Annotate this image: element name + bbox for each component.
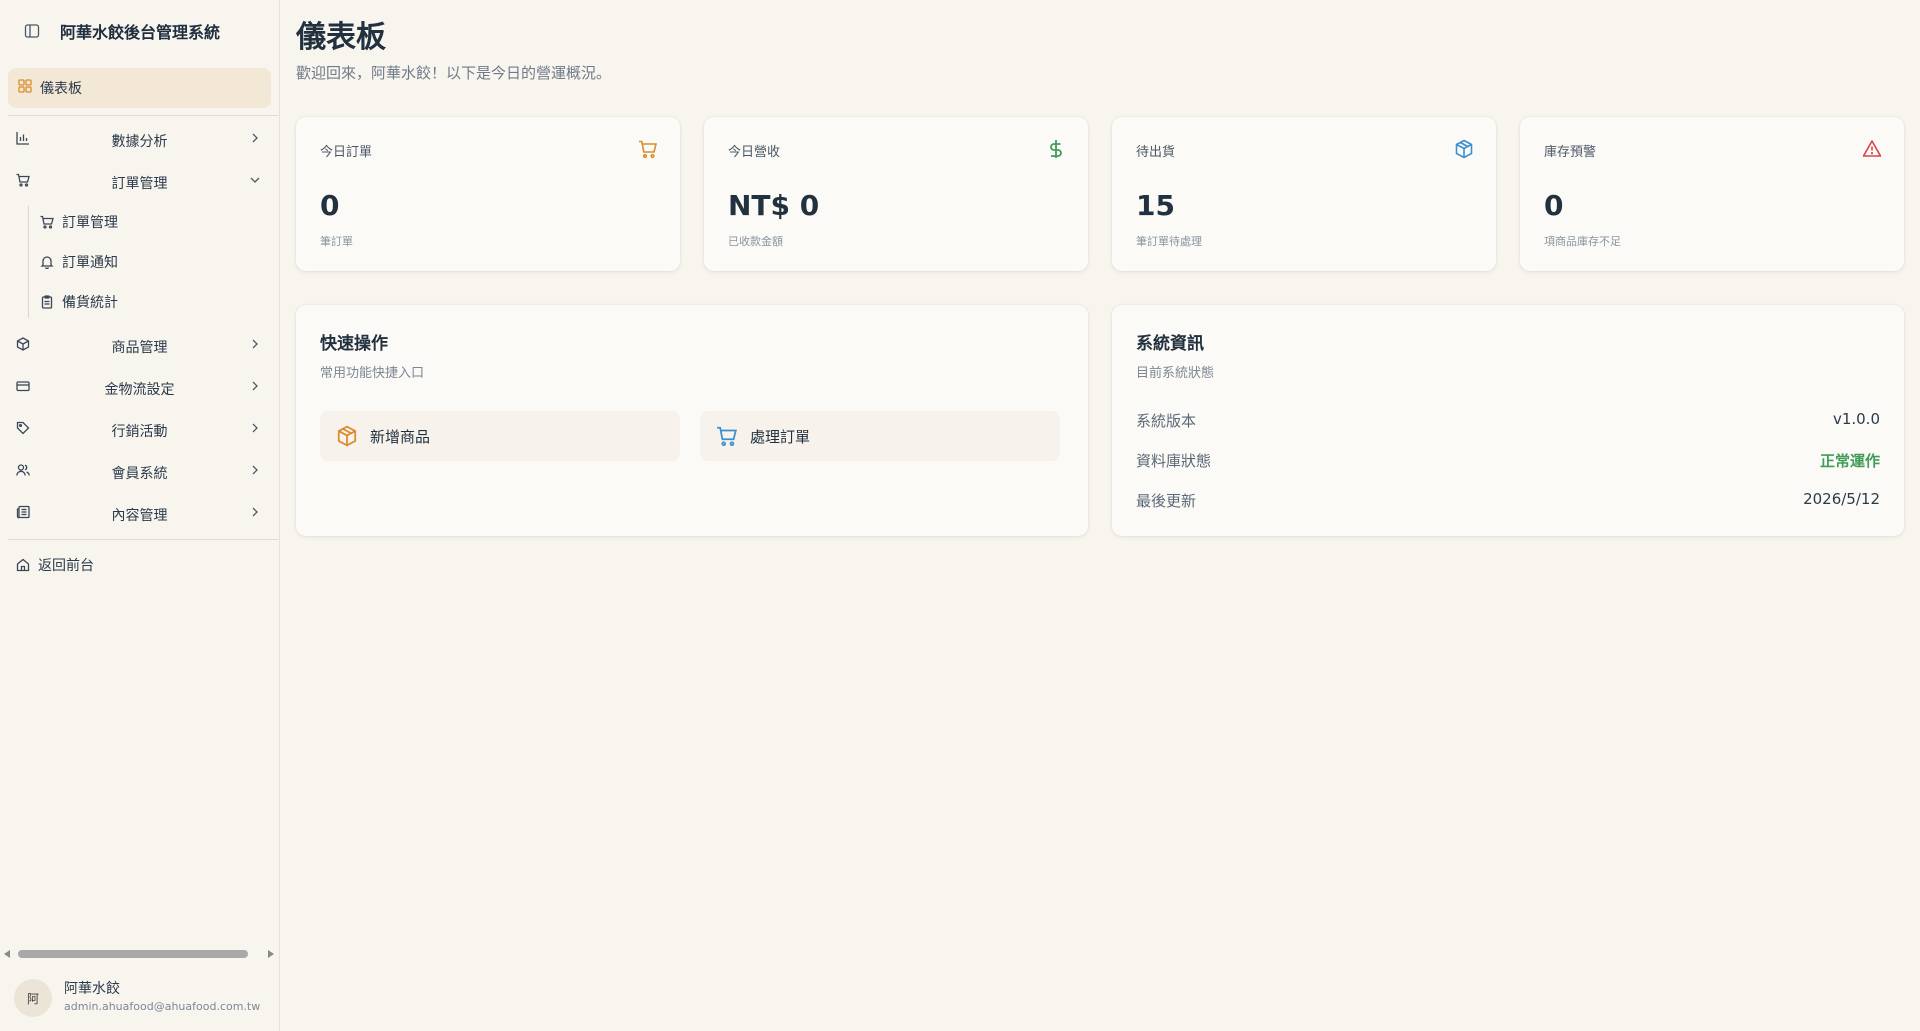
package-icon bbox=[1454, 139, 1474, 163]
scroll-right-icon[interactable] bbox=[268, 950, 274, 958]
sidebar-item-label: 商品管理 bbox=[111, 340, 168, 356]
system-info-card: 系統資訊 目前系統狀態 系統版本 v1.0.0 資料庫狀態 正常運作 最後更新 … bbox=[1112, 305, 1904, 536]
add-product-label: 新增商品 bbox=[370, 427, 431, 446]
user-name: 阿華水餃 bbox=[64, 981, 120, 997]
page-title: 儀表板 bbox=[296, 20, 386, 55]
sidebar-item-products[interactable]: 商品管理 bbox=[8, 327, 271, 365]
stat-value: NT$ 0 bbox=[728, 189, 820, 222]
submenu-line bbox=[28, 206, 29, 318]
system-info-title: 系統資訊 bbox=[1136, 334, 1204, 354]
stat-note: 筆訂單 bbox=[320, 235, 353, 248]
info-key: 資料庫狀態 bbox=[1136, 452, 1212, 470]
page-subtitle: 歡迎回來，阿華水餃！以下是今日的營運概況。 bbox=[296, 64, 612, 82]
home-icon bbox=[16, 558, 30, 572]
user-profile[interactable]: 阿 阿華水餃 admin.ahuafood@ahuafood.com.tw bbox=[14, 978, 274, 1018]
scrollbar-thumb[interactable] bbox=[18, 950, 248, 958]
sidebar-subitem-order-management[interactable]: 訂單管理 bbox=[40, 205, 118, 239]
avatar: 阿 bbox=[14, 979, 52, 1017]
chevron-right-icon bbox=[249, 132, 261, 148]
sidebar-item-payment-logistics[interactable]: 金物流設定 bbox=[8, 369, 271, 407]
package-icon bbox=[336, 425, 358, 447]
alert-triangle-icon bbox=[1862, 139, 1882, 163]
sidebar-item-label: 內容管理 bbox=[111, 508, 168, 524]
quick-actions-title: 快速操作 bbox=[320, 334, 388, 354]
stat-note: 筆訂單待處理 bbox=[1136, 235, 1202, 248]
chevron-right-icon bbox=[249, 464, 261, 480]
quick-actions-subtitle: 常用功能快捷入口 bbox=[320, 366, 425, 381]
stat-note: 已收款金額 bbox=[728, 235, 783, 248]
sidebar-header: 阿華水餃後台管理系統 bbox=[0, 0, 279, 62]
sidebar-item-label: 訂單管理 bbox=[111, 176, 168, 192]
sidebar-item-orders[interactable]: 訂單管理 bbox=[8, 163, 271, 201]
user-email: admin.ahuafood@ahuafood.com.tw bbox=[64, 1000, 261, 1013]
dollar-icon bbox=[1046, 139, 1066, 163]
sidebar-divider bbox=[8, 115, 278, 116]
chevron-right-icon bbox=[249, 506, 261, 522]
back-to-storefront-link[interactable]: 返回前台 bbox=[8, 548, 94, 582]
sidebar-item-dashboard[interactable]: 儀表板 bbox=[8, 68, 271, 108]
chevron-right-icon bbox=[249, 422, 261, 438]
sidebar-item-label: 會員系統 bbox=[111, 466, 168, 482]
info-row-database-status: 資料庫狀態 正常運作 bbox=[1136, 450, 1880, 474]
status-badge: 正常運作 bbox=[1819, 452, 1880, 470]
bell-icon bbox=[40, 255, 54, 269]
quick-actions-card: 快速操作 常用功能快捷入口 新增商品 處理訂單 bbox=[296, 305, 1088, 536]
stat-label: 庫存預警 bbox=[1544, 145, 1597, 160]
sidebar: 阿華水餃後台管理系統 儀表板 數據分析 訂單管理 訂單管理 訂單通知 備貨統計 … bbox=[0, 0, 280, 1031]
main-content: 儀表板 歡迎回來，阿華水餃！以下是今日的營運概況。 今日訂單 0 筆訂單 今日營… bbox=[296, 0, 1906, 1031]
sidebar-item-analytics[interactable]: 數據分析 bbox=[8, 121, 271, 159]
scroll-left-icon[interactable] bbox=[4, 950, 10, 958]
stat-card-today-revenue: 今日營收 NT$ 0 已收款金額 bbox=[704, 117, 1088, 271]
cart-icon bbox=[40, 215, 54, 229]
chevron-down-icon bbox=[249, 174, 261, 190]
info-key: 系統版本 bbox=[1136, 412, 1197, 430]
layout-grid-icon bbox=[18, 79, 32, 97]
app-title: 阿華水餃後台管理系統 bbox=[60, 23, 221, 42]
cart-icon bbox=[716, 425, 738, 447]
back-to-storefront-label: 返回前台 bbox=[38, 558, 94, 574]
info-row-last-updated: 最後更新 2026/5/12 bbox=[1136, 490, 1880, 514]
cart-icon bbox=[638, 139, 658, 163]
stat-value: 15 bbox=[1136, 189, 1175, 222]
sidebar-subitem-label: 備貨統計 bbox=[62, 295, 118, 311]
stat-card-stock-alert: 庫存預警 0 項商品庫存不足 bbox=[1520, 117, 1904, 271]
sidebar-subitem-label: 訂單管理 bbox=[62, 215, 118, 231]
sidebar-scrollbar[interactable] bbox=[0, 946, 280, 962]
sidebar-item-label: 金物流設定 bbox=[104, 382, 175, 398]
stat-label: 今日訂單 bbox=[320, 145, 373, 160]
stat-label: 待出貨 bbox=[1136, 145, 1176, 160]
system-info-subtitle: 目前系統狀態 bbox=[1136, 366, 1215, 381]
clipboard-icon bbox=[40, 295, 54, 309]
sidebar-item-marketing[interactable]: 行銷活動 bbox=[8, 411, 271, 449]
process-orders-label: 處理訂單 bbox=[750, 427, 811, 446]
info-key: 最後更新 bbox=[1136, 492, 1197, 510]
stat-label: 今日營收 bbox=[728, 145, 781, 160]
sidebar-toggle-icon[interactable] bbox=[22, 21, 42, 41]
process-orders-button[interactable]: 處理訂單 bbox=[700, 411, 1060, 461]
stat-value: 0 bbox=[320, 189, 340, 222]
add-product-button[interactable]: 新增商品 bbox=[320, 411, 680, 461]
sidebar-item-content[interactable]: 內容管理 bbox=[8, 495, 271, 533]
sidebar-item-label: 數據分析 bbox=[111, 134, 168, 150]
chevron-right-icon bbox=[249, 338, 261, 354]
sidebar-item-label: 儀表板 bbox=[40, 81, 82, 97]
sidebar-subitem-order-notifications[interactable]: 訂單通知 bbox=[40, 245, 118, 279]
sidebar-item-members[interactable]: 會員系統 bbox=[8, 453, 271, 491]
info-value: 2026/5/12 bbox=[1803, 490, 1880, 508]
sidebar-divider bbox=[8, 539, 278, 540]
stat-card-today-orders: 今日訂單 0 筆訂單 bbox=[296, 117, 680, 271]
stat-card-pending-shipment: 待出貨 15 筆訂單待處理 bbox=[1112, 117, 1496, 271]
stat-value: 0 bbox=[1544, 189, 1564, 222]
info-value: v1.0.0 bbox=[1832, 410, 1880, 428]
stat-note: 項商品庫存不足 bbox=[1544, 235, 1621, 248]
sidebar-subitem-label: 訂單通知 bbox=[62, 255, 118, 271]
sidebar-subitem-stock-stats[interactable]: 備貨統計 bbox=[40, 285, 118, 319]
sidebar-item-label: 行銷活動 bbox=[111, 424, 168, 440]
info-row-version: 系統版本 v1.0.0 bbox=[1136, 410, 1880, 434]
chevron-right-icon bbox=[249, 380, 261, 396]
